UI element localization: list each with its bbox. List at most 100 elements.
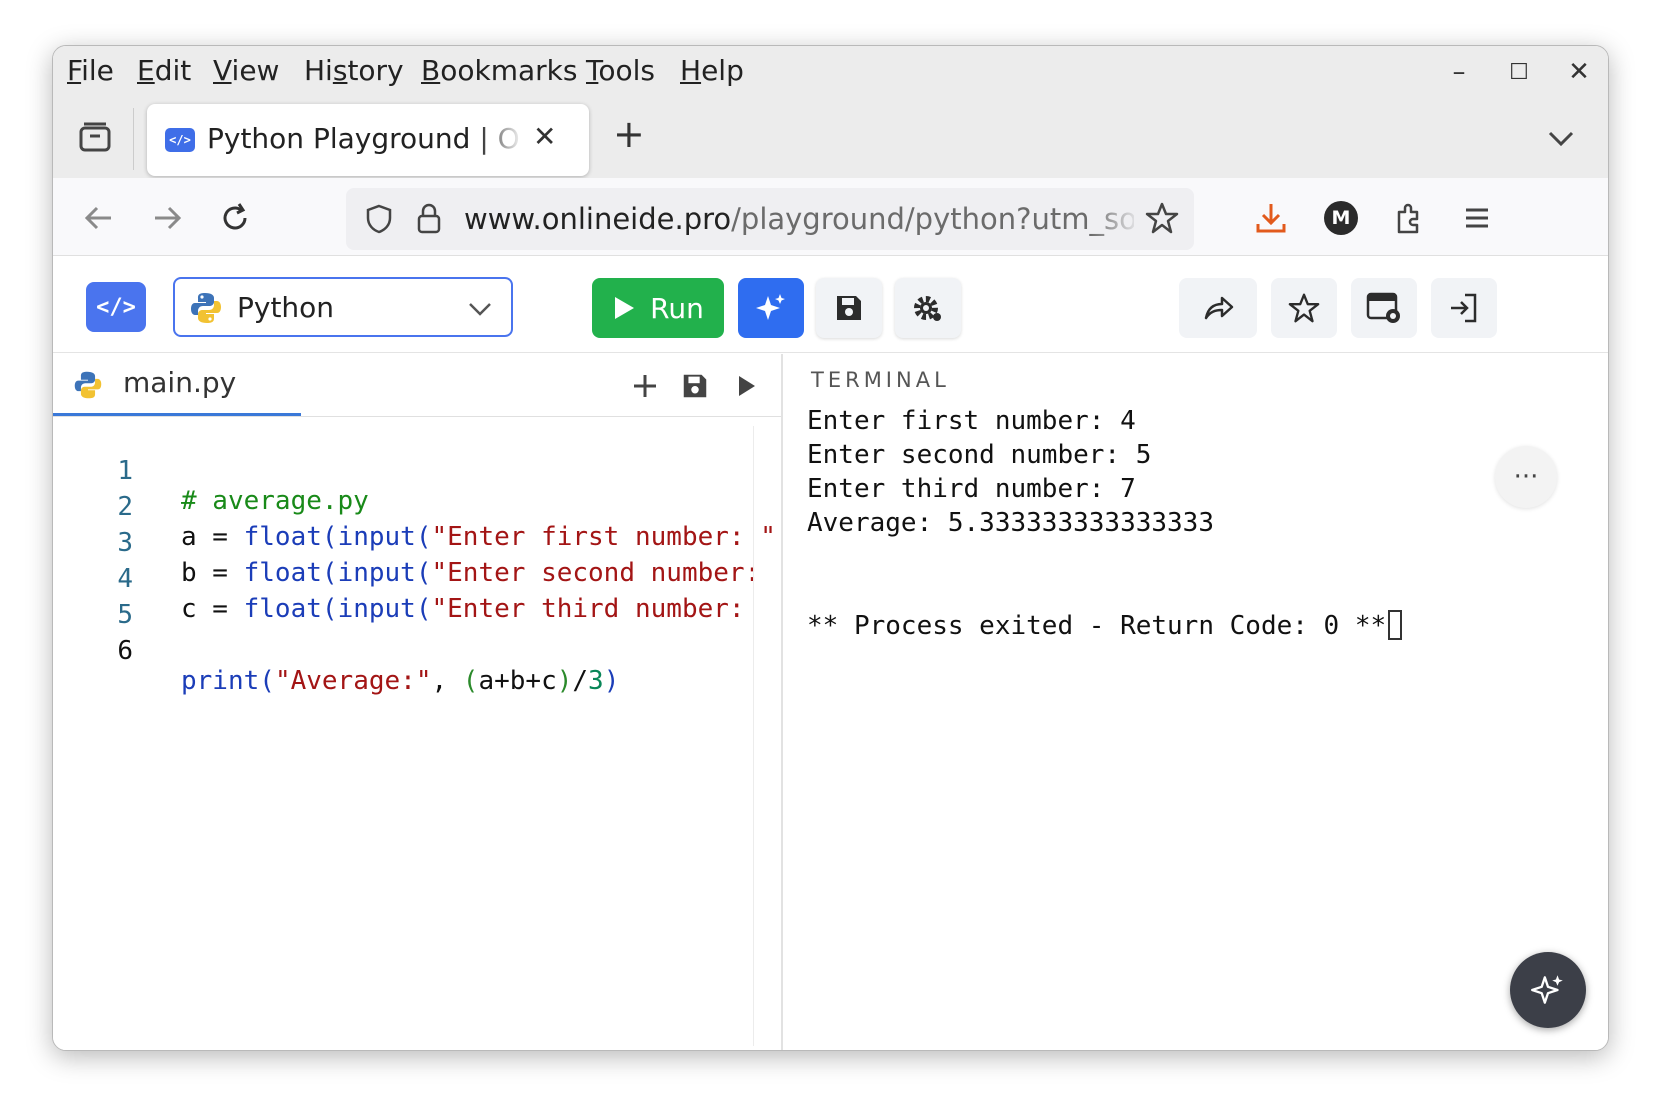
ai-assist-button[interactable] bbox=[738, 278, 804, 338]
gear-icon bbox=[914, 296, 941, 321]
forward-button[interactable] bbox=[145, 196, 189, 240]
reload-button[interactable] bbox=[213, 196, 257, 240]
menu-file[interactable]: File bbox=[67, 54, 114, 87]
tab-close-button[interactable]: ✕ bbox=[533, 120, 556, 153]
menu-help[interactable]: Help bbox=[680, 54, 744, 87]
menu-bookmarks-label: ookmarks bbox=[440, 54, 578, 87]
downloads-button[interactable] bbox=[1249, 196, 1293, 240]
save-file-button[interactable] bbox=[675, 366, 715, 406]
account-button[interactable]: M bbox=[1319, 196, 1363, 240]
sign-in-icon bbox=[1451, 293, 1477, 323]
menu-bookmarks-accel: B bbox=[421, 54, 441, 87]
close-icon: ✕ bbox=[533, 120, 557, 153]
tab-separator bbox=[133, 108, 134, 170]
terminal-line: Enter first number: 4 bbox=[807, 406, 1136, 436]
save-icon bbox=[683, 374, 707, 398]
code-line: 6 print("Average:", (a+b+c)/3) bbox=[53, 606, 753, 696]
code-text: a+b+c bbox=[478, 666, 557, 696]
editor-scrollbar[interactable] bbox=[753, 426, 781, 1046]
python-logo-icon bbox=[191, 293, 221, 323]
tab-title: Python Playground | Online IDE bbox=[207, 122, 522, 155]
code-text: / bbox=[572, 666, 589, 696]
terminal-line: Average: 5.333333333333333 bbox=[807, 508, 1214, 538]
menu-history[interactable]: History bbox=[304, 54, 404, 87]
url-text: www.onlineide.pro/playground/python?utm_… bbox=[464, 202, 1134, 236]
reload-icon bbox=[223, 203, 247, 230]
avatar: M bbox=[1324, 201, 1358, 235]
tab-title-fade bbox=[477, 114, 523, 164]
close-window-button[interactable]: ✕ bbox=[1561, 54, 1597, 90]
url-fade bbox=[1091, 194, 1141, 244]
ai-chat-fab[interactable] bbox=[1510, 952, 1586, 1028]
code-line: 3 b = float(input("Enter second number: bbox=[53, 498, 760, 588]
menu-file-label: ile bbox=[81, 54, 114, 87]
terminal-line: ** Process exited - Return Code: 0 ** bbox=[807, 610, 1403, 644]
minimize-button[interactable]: – bbox=[1441, 54, 1477, 90]
terminal-cursor bbox=[1388, 610, 1403, 640]
menu-edit-accel: E bbox=[137, 54, 155, 87]
share-button[interactable] bbox=[1179, 278, 1257, 338]
python-file-icon bbox=[74, 371, 102, 399]
site-favicon-icon: </> bbox=[165, 128, 195, 152]
lock-icon bbox=[417, 203, 441, 234]
extensions-button[interactable] bbox=[1387, 196, 1431, 240]
workspace-settings-button[interactable] bbox=[1351, 278, 1417, 338]
menu-edit[interactable]: Edit bbox=[137, 54, 191, 87]
terminal-line: Enter second number: 5 bbox=[807, 440, 1152, 470]
tab-overview-button[interactable] bbox=[73, 116, 117, 160]
menu-tools-accel: T bbox=[586, 54, 599, 87]
code-paren: ( bbox=[462, 666, 479, 696]
terminal-output[interactable]: Enter first number: 4 Enter second numbe… bbox=[807, 406, 1403, 644]
tab-python-playground[interactable]: </> Python Playground | Online IDE ✕ bbox=[147, 104, 589, 176]
menu-bookmarks[interactable]: Bookmarks bbox=[421, 54, 577, 87]
code-line: 5 bbox=[53, 570, 753, 630]
line-number: 6 bbox=[117, 636, 133, 666]
language-select[interactable]: Python bbox=[173, 277, 513, 337]
new-file-button[interactable] bbox=[625, 366, 665, 406]
list-all-tabs-button[interactable] bbox=[1541, 118, 1581, 158]
code-text: , bbox=[431, 666, 463, 696]
settings-button[interactable] bbox=[895, 278, 961, 338]
back-button[interactable] bbox=[77, 196, 121, 240]
menu-bar: File Edit View History Bookmarks Tools H… bbox=[53, 46, 1608, 98]
run-label: Run bbox=[650, 291, 704, 325]
code-string: "Average:" bbox=[274, 666, 432, 696]
plus-icon bbox=[634, 375, 656, 397]
process-exit-message: ** Process exited - Return Code: 0 ** bbox=[807, 611, 1387, 641]
site-logo[interactable]: </> bbox=[86, 282, 146, 332]
favorite-button[interactable] bbox=[1271, 278, 1337, 338]
sparkles-icon bbox=[1531, 975, 1563, 1004]
code-editor-pane: main.py 1 # average.py 2 a = float(input… bbox=[53, 354, 781, 1050]
browser-window: File Edit View History Bookmarks Tools H… bbox=[52, 45, 1609, 1051]
app-menu-button[interactable] bbox=[1455, 196, 1499, 240]
url-path: /playground/python?utm_source= bbox=[731, 202, 1134, 236]
close-icon: ✕ bbox=[1568, 57, 1590, 87]
run-button[interactable]: Run bbox=[592, 278, 724, 338]
run-file-button[interactable] bbox=[727, 366, 767, 406]
menu-help-accel: H bbox=[680, 54, 702, 87]
sign-in-button[interactable] bbox=[1431, 278, 1497, 338]
save-button[interactable] bbox=[816, 278, 882, 338]
maximize-button[interactable]: ☐ bbox=[1501, 54, 1537, 90]
file-tab-main-py[interactable]: main.py bbox=[53, 354, 301, 416]
bookmark-star-icon[interactable] bbox=[1144, 200, 1180, 236]
play-icon bbox=[615, 297, 635, 319]
sparkles-icon bbox=[756, 294, 785, 320]
play-icon bbox=[739, 376, 755, 396]
share-arrow-icon bbox=[1204, 296, 1234, 320]
menu-edit-label: dit bbox=[154, 54, 192, 87]
new-tab-button[interactable]: + bbox=[613, 112, 645, 156]
pane-divider bbox=[781, 354, 783, 1050]
menu-help-label: elp bbox=[701, 54, 744, 87]
line-source: print("Average:", (a+b+c)/3) bbox=[181, 666, 619, 696]
tab-strip: </> Python Playground | Online IDE ✕ + bbox=[53, 98, 1608, 178]
terminal-more-button[interactable]: ··· bbox=[1495, 446, 1557, 508]
code-area[interactable]: 1 # average.py 2 a = float(input("Enter … bbox=[53, 426, 776, 696]
menu-tools[interactable]: Tools bbox=[586, 54, 655, 87]
menu-view[interactable]: View bbox=[213, 54, 279, 87]
url-bar[interactable]: www.onlineide.pro/playground/python?utm_… bbox=[346, 188, 1194, 250]
star-icon bbox=[1288, 293, 1320, 323]
chevron-down-icon bbox=[469, 303, 491, 316]
code-number: 3 bbox=[588, 666, 604, 696]
